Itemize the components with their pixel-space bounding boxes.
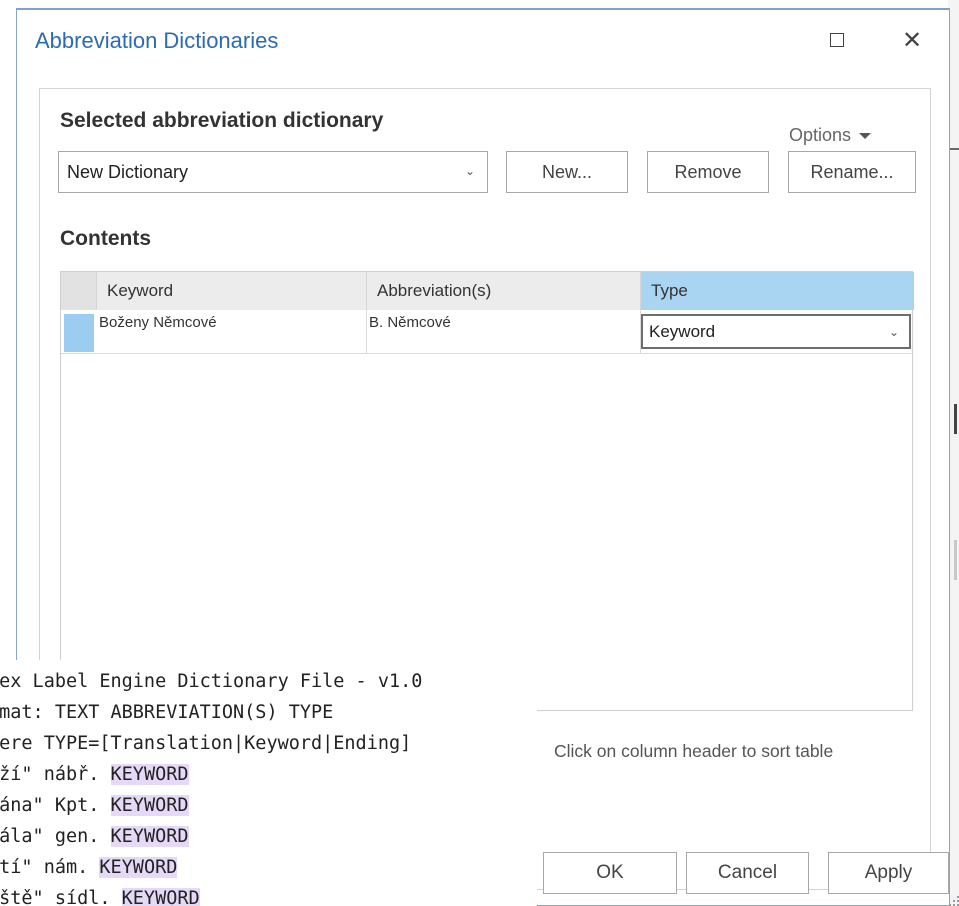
code-line: here TYPE=[Translation|Keyword|Ending] (0, 733, 412, 754)
row-selector[interactable] (64, 314, 94, 352)
new-dictionary-button[interactable]: New... (506, 151, 628, 193)
code-line: iště" sídl. KEYWORD (0, 883, 537, 906)
select-all-corner[interactable] (61, 272, 97, 310)
options-label: Options (789, 125, 852, 145)
contents-heading: Contents (60, 227, 151, 250)
column-header-keyword[interactable]: Keyword (97, 272, 367, 310)
column-header-type[interactable]: Type (641, 272, 914, 310)
title-bar[interactable]: Abbreviation Dictionaries ✕ (17, 10, 949, 72)
dictionary-select[interactable]: New Dictionary ⌄ (58, 151, 488, 193)
chevron-down-icon: ⌄ (464, 164, 475, 178)
code-line: rála" gen. KEYWORD (0, 826, 189, 847)
options-menu[interactable]: Options (789, 125, 872, 146)
caret-down-icon (859, 132, 872, 139)
close-icon: ✕ (901, 26, 923, 54)
ok-button[interactable]: OK (543, 852, 677, 894)
keyword-tag: KEYWORD (121, 888, 200, 906)
keyword-tag: KEYWORD (110, 764, 189, 785)
table-row[interactable]: Boženy Němcové B. Němcové Keyword ⌄ (61, 310, 912, 354)
keyword-cell[interactable]: Boženy Němcové (97, 310, 367, 354)
chevron-down-icon: ⌄ (888, 325, 899, 339)
dictionary-select-value: New Dictionary (67, 161, 189, 182)
type-cell: Keyword ⌄ (641, 310, 914, 354)
apply-button[interactable]: Apply (828, 852, 949, 894)
keyword-tag: KEYWORD (110, 795, 189, 816)
keyword-tag: KEYWORD (99, 857, 178, 878)
resize-grip-icon[interactable] (947, 894, 959, 906)
background-mark (950, 148, 959, 150)
maximize-button[interactable] (819, 24, 855, 56)
code-line: rmat: TEXT ABBREVIATION(S) TYPE (0, 702, 334, 723)
close-button[interactable]: ✕ (894, 24, 930, 56)
selected-dictionary-heading: Selected abbreviation dictionary (60, 109, 384, 132)
code-line: tána" Kpt. KEYWORD (0, 795, 189, 816)
type-select-value: Keyword (649, 321, 716, 341)
remove-dictionary-button[interactable]: Remove (647, 151, 769, 193)
background-mark (954, 540, 957, 580)
keyword-tag: KEYWORD (110, 826, 189, 847)
rename-dictionary-button[interactable]: Rename... (788, 151, 916, 193)
column-header-abbreviations[interactable]: Abbreviation(s) (367, 272, 641, 310)
background-mark (954, 404, 957, 434)
code-line: eží" nábř. KEYWORD (0, 764, 189, 785)
dialog-title: Abbreviation Dictionaries (35, 28, 279, 53)
code-line: stí" nám. KEYWORD (0, 857, 178, 878)
cancel-button[interactable]: Cancel (686, 852, 809, 894)
maximize-icon (830, 33, 844, 47)
type-select[interactable]: Keyword ⌄ (641, 314, 911, 349)
contents-table: Keyword Abbreviation(s) Type Boženy Němc… (60, 271, 914, 711)
code-line: lex Label Engine Dictionary File - v1.0 (0, 671, 423, 692)
abbreviation-cell[interactable]: B. Němcové (367, 310, 641, 354)
sort-hint: Click on column header to sort table (554, 741, 834, 761)
table-header: Keyword Abbreviation(s) Type (61, 272, 914, 310)
dictionary-file-snippet: lex Label Engine Dictionary File - v1.0 … (0, 660, 537, 906)
